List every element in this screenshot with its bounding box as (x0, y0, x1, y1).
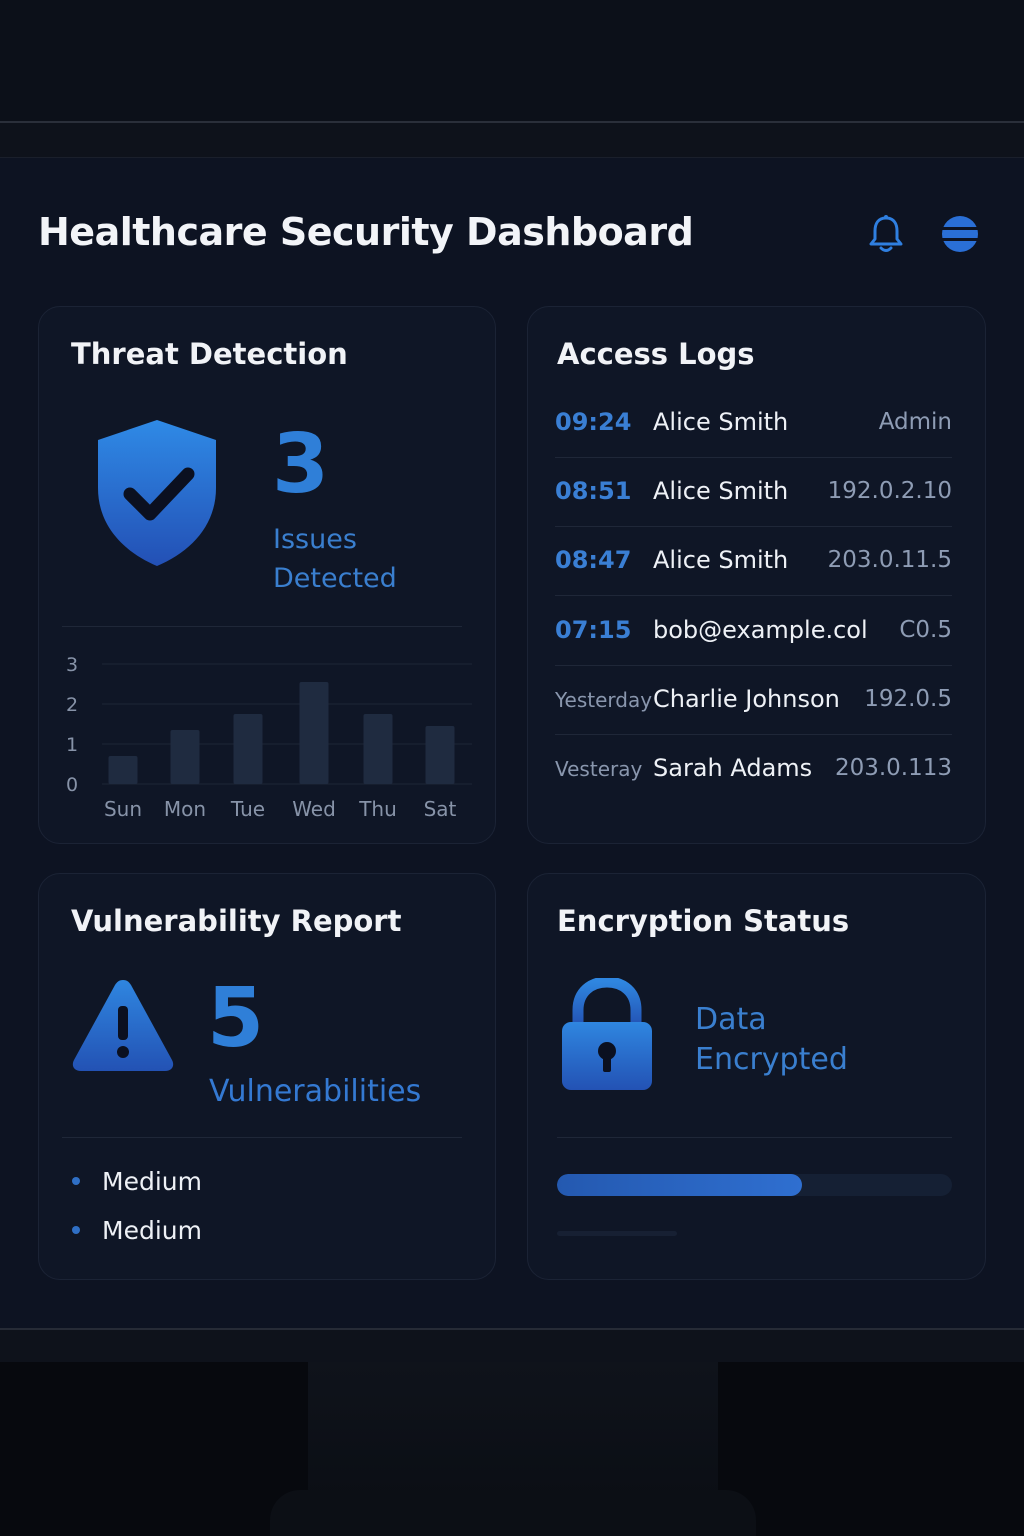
shield-check-icon (92, 418, 222, 568)
progress-subbar (557, 1231, 677, 1236)
monitor-stand-base (270, 1490, 756, 1536)
bezel-strip (0, 123, 1024, 158)
y-tick-label: 1 (66, 734, 78, 756)
card-title: Encryption Status (557, 904, 850, 938)
threat-divider (62, 626, 462, 627)
log-time: 07:15 (555, 615, 632, 644)
x-tick-label: Mon (164, 797, 206, 821)
vulnerability-label: Vulnerabilities (209, 1074, 422, 1109)
log-row[interactable]: 07:15 bob@example.col C0.5 (555, 597, 952, 666)
encryption-label-line1: Data (695, 1002, 767, 1037)
log-row[interactable]: 09:24 Alice Smith Admin (555, 389, 952, 458)
y-tick-label: 2 (66, 694, 78, 716)
bullet-dot (72, 1177, 80, 1185)
vulnerability-severity: Medium (102, 1216, 202, 1245)
log-row[interactable]: 08:51 Alice Smith 192.0.2.10 (555, 458, 952, 528)
vulnerability-divider (62, 1137, 462, 1138)
card-title: Access Logs (557, 337, 755, 371)
log-user: Alice Smith (653, 477, 789, 506)
lock-icon (560, 976, 654, 1092)
x-tick-label: Tue (230, 797, 265, 821)
monitor-bezel-top (0, 0, 1024, 122)
log-user: Charlie Johnson (653, 684, 840, 713)
threat-label-line2: Detected (273, 563, 397, 594)
log-row[interactable]: Vesteray Sarah Adams 203.0.113 (555, 735, 952, 804)
x-tick-label: Sun (104, 797, 142, 821)
bullet-dot (72, 1226, 80, 1234)
menu-icon[interactable] (938, 212, 982, 256)
log-detail: Admin (878, 409, 952, 435)
bar-thu (363, 714, 393, 784)
card-title: Vulnerability Report (71, 904, 402, 938)
x-tick-label: Thu (358, 797, 397, 821)
log-detail: 203.0.11.5 (827, 547, 952, 574)
bar-mon (170, 730, 200, 784)
warning-icon (70, 976, 176, 1074)
encryption-progress-bar (557, 1174, 952, 1196)
vulnerability-item: Medium (72, 1167, 202, 1196)
vulnerability-severity: Medium (102, 1167, 202, 1196)
x-tick-label: Wed (292, 797, 336, 821)
monitor-bezel-bottom (0, 1328, 1024, 1364)
log-detail: 203.0.113 (834, 755, 952, 781)
encryption-divider (557, 1137, 952, 1138)
log-time: 09:24 (555, 408, 632, 436)
threat-bar-chart: 0 1 2 3 Sun Mon Tue Wed Thu Sat (66, 654, 472, 821)
y-tick-label: 0 (66, 774, 78, 796)
log-detail: C0.5 (899, 616, 952, 643)
log-user: bob@example.col (653, 615, 868, 644)
encryption-progress-fill (557, 1174, 802, 1196)
x-tick-label: Sat (424, 797, 457, 821)
vulnerability-item: Medium (72, 1216, 202, 1245)
card-title: Threat Detection (71, 337, 348, 371)
log-user: Alice Smith (653, 408, 789, 436)
log-time: 08:47 (555, 546, 632, 575)
log-detail: 192.0.5 (864, 685, 952, 712)
log-user: Alice Smith (653, 546, 789, 575)
bar-sat (425, 726, 455, 784)
log-detail: 192.0.2.10 (827, 478, 952, 505)
log-user: Sarah Adams (653, 754, 813, 782)
encryption-label-line2: Encrypted (695, 1042, 848, 1077)
threat-label-line1: Issues (273, 524, 357, 555)
log-time: Yesterday (555, 687, 653, 712)
log-time: 08:51 (555, 477, 632, 506)
bar-tue (233, 714, 263, 784)
vulnerability-count: 5 (207, 971, 265, 1066)
y-tick-label: 3 (66, 654, 78, 676)
encryption-label: Data Encrypted (695, 1000, 848, 1080)
page-title: Healthcare Security Dashboard (38, 210, 694, 254)
threat-count: 3 (272, 417, 330, 512)
bar-sun (108, 756, 138, 784)
bell-icon[interactable] (864, 212, 908, 256)
log-row[interactable]: Yesterday Charlie Johnson 192.0.5 (555, 666, 952, 735)
log-time: Vesteray (555, 757, 643, 781)
log-row[interactable]: 08:47 Alice Smith 203.0.11.5 (555, 527, 952, 597)
bar-wed (299, 682, 329, 784)
